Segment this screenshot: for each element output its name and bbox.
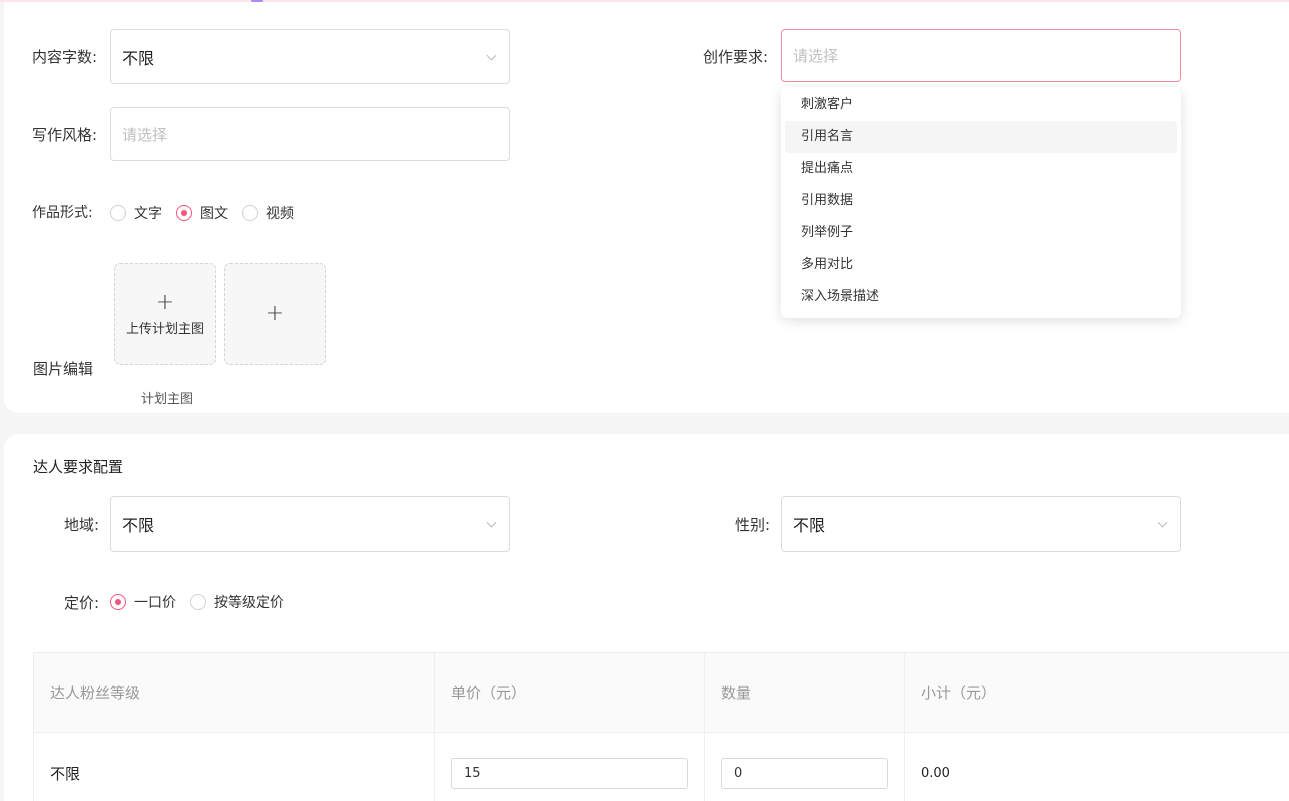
table-header: 达人粉丝等级 单价（元） 数量 小计（元） bbox=[34, 653, 1289, 733]
content-words-select[interactable]: 不限 bbox=[110, 29, 510, 84]
content-words-value: 不限 bbox=[122, 48, 155, 68]
content-words-label: 内容字数: bbox=[32, 48, 98, 66]
dropdown-option[interactable]: 提出痛点 bbox=[785, 153, 1177, 185]
th-fan-level: 达人粉丝等级 bbox=[34, 653, 435, 733]
cell-level: 不限 bbox=[34, 733, 435, 801]
chevron-down-icon bbox=[486, 517, 497, 528]
main-image-caption: 计划主图 bbox=[141, 392, 194, 407]
work-format-label: 作品形式: bbox=[32, 205, 93, 221]
image-edit-label: 图片编辑 bbox=[33, 360, 94, 378]
dropdown-option[interactable]: 刺激客户 bbox=[785, 89, 1177, 121]
radio-circle bbox=[190, 594, 206, 610]
radio-image-text[interactable]: 图文 bbox=[176, 203, 228, 223]
region-label: 地域: bbox=[64, 516, 100, 534]
gender-select[interactable]: 不限 bbox=[781, 496, 1181, 552]
writing-style-label: 写作风格: bbox=[32, 126, 98, 144]
writing-style-select[interactable]: 请选择 bbox=[110, 107, 510, 161]
radio-video[interactable]: 视频 bbox=[242, 203, 294, 223]
radio-tier-price[interactable]: 按等级定价 bbox=[190, 592, 284, 612]
dropdown-option[interactable]: 列举例子 bbox=[785, 217, 1177, 249]
cell-price: 15 bbox=[435, 733, 705, 801]
creation-req-placeholder: 请选择 bbox=[793, 47, 839, 65]
gender-label: 性别: bbox=[735, 516, 771, 534]
quantity-input[interactable]: 0 bbox=[721, 757, 888, 789]
price-input[interactable]: 15 bbox=[451, 757, 688, 789]
creation-req-label: 创作要求: bbox=[703, 48, 769, 66]
region-value: 不限 bbox=[122, 516, 155, 535]
dropdown-option-hovered[interactable]: 引用名言 bbox=[785, 121, 1177, 153]
pricing-label: 定价: bbox=[64, 594, 100, 612]
th-quantity: 数量 bbox=[705, 653, 905, 733]
radio-circle-checked bbox=[176, 205, 192, 221]
cell-quantity: 0 bbox=[705, 733, 905, 801]
gender-value: 不限 bbox=[793, 516, 826, 535]
pricing-radio-group: 一口价 按等级定价 bbox=[110, 592, 298, 612]
chevron-down-icon bbox=[486, 50, 497, 61]
dropdown-option[interactable]: 引用数据 bbox=[785, 185, 1177, 217]
chevron-down-icon bbox=[1157, 517, 1168, 528]
upload-main-image-button[interactable]: + 上传计划主图 bbox=[114, 263, 216, 365]
radio-circle bbox=[242, 205, 258, 221]
region-select[interactable]: 不限 bbox=[110, 496, 510, 552]
section-title: 达人要求配置 bbox=[33, 458, 124, 476]
upload-label: 上传计划主图 bbox=[125, 321, 204, 337]
add-image-button[interactable]: + bbox=[224, 263, 326, 365]
writing-style-placeholder: 请选择 bbox=[122, 125, 168, 144]
plus-icon: + bbox=[155, 289, 175, 315]
radio-text[interactable]: 文字 bbox=[110, 203, 162, 223]
radio-fixed-price[interactable]: 一口价 bbox=[110, 592, 176, 612]
work-format-radio-group: 文字 图文 视频 bbox=[110, 203, 308, 223]
dropdown-option[interactable]: 多用对比 bbox=[785, 249, 1177, 281]
cell-subtotal: 0.00 bbox=[921, 765, 950, 781]
radio-circle-checked bbox=[110, 594, 126, 610]
pricing-table: 达人粉丝等级 单价（元） 数量 小计（元） 不限 15 0 0.00 bbox=[33, 652, 1289, 801]
th-unit-price: 单价（元） bbox=[435, 653, 705, 733]
radio-circle bbox=[110, 205, 126, 221]
dropdown-option[interactable]: 深入场景描述 bbox=[785, 281, 1177, 313]
creation-req-dropdown: 刺激客户 引用名言 提出痛点 引用数据 列举例子 多用对比 深入场景描述 bbox=[781, 87, 1181, 318]
th-subtotal: 小计（元） bbox=[921, 684, 997, 702]
creation-req-select[interactable]: 请选择 bbox=[781, 29, 1181, 82]
plus-icon: + bbox=[265, 301, 285, 326]
